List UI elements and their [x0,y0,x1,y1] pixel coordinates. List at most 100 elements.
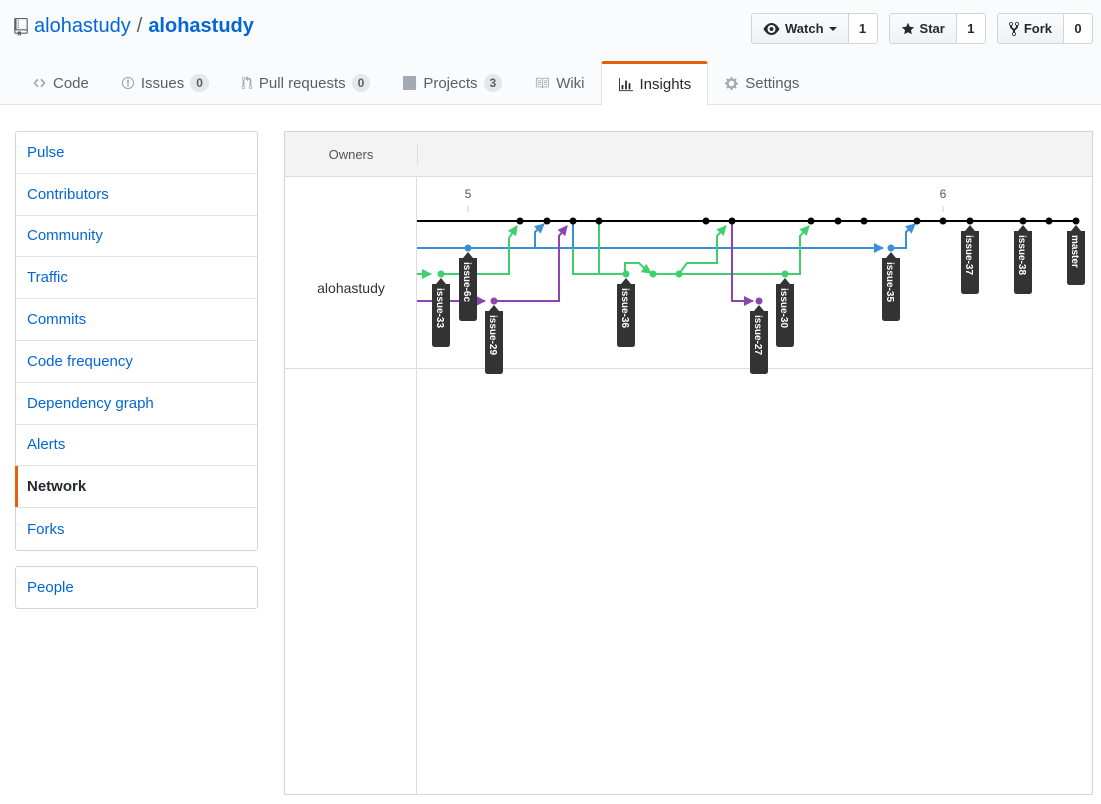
issues-counter: 0 [190,74,209,92]
commit-dot[interactable] [569,217,577,225]
purple-merge-1 [494,225,568,302]
fork-label: Fork [1023,21,1052,36]
branch-label-issue-33[interactable]: issue-33 [432,278,450,347]
star-group: Star 1 [888,13,986,44]
commit-dot[interactable] [622,270,630,278]
tab-pull-requests[interactable]: Pull requests 0 [225,61,386,105]
tab-wiki[interactable]: Wiki [518,61,600,105]
issue-icon [121,76,135,90]
branch-label-issue-6c[interactable]: issue-6c [459,252,477,321]
branch-label-issue-36[interactable]: issue-36 [617,278,635,347]
tab-projects[interactable]: Projects 3 [386,61,518,105]
branch-label-issue-38[interactable]: issue-38 [1014,225,1032,294]
commit-dot[interactable] [702,217,710,225]
commit-dot[interactable] [807,217,815,225]
commit-dot[interactable] [490,297,498,305]
green-branch-line-4 [679,225,810,275]
svg-text:issue-27: issue-27 [752,315,763,355]
commit-dot[interactable] [913,217,921,225]
branch-label-issue-35[interactable]: issue-35 [882,252,900,321]
blue-merge-1 [468,223,545,249]
tab-code[interactable]: Code [16,61,105,105]
tab-issues[interactable]: Issues 0 [105,61,225,105]
code-icon [32,76,47,90]
tab-settings-label: Settings [745,74,800,92]
watch-count[interactable]: 1 [848,14,877,43]
tab-projects-label: Projects [423,74,478,92]
commit-dot[interactable] [1019,217,1027,225]
branch-label-issue-27[interactable]: issue-27 [750,305,768,374]
commit-dot[interactable] [516,217,524,225]
eye-icon [763,22,780,35]
repo-header: alohastudy / alohastudy Watch 1 Star 1 F… [0,0,1101,106]
tab-pull-requests-label: Pull requests [258,74,346,92]
commit-dot[interactable] [543,217,551,225]
commit-dot[interactable] [649,270,657,278]
green-branch-line-2 [572,248,599,275]
menu-item-traffic[interactable]: Traffic [16,257,257,300]
fork-group: Fork 0 [996,13,1093,44]
commit-dot[interactable] [939,217,947,225]
star-count[interactable]: 1 [956,14,985,43]
menu-item-code-frequency[interactable]: Code frequency [16,341,257,383]
commit-graph[interactable]: 5 6 issue-33 issue-6c issue-29 issue-36 … [285,132,1092,794]
green-merge-1 [441,225,518,275]
menu-item-commits[interactable]: Commits [16,299,257,341]
watch-label: Watch [785,21,824,36]
repo-name-link[interactable]: alohastudy [148,15,254,38]
branch-label-issue-37[interactable]: issue-37 [961,225,979,294]
commit-dot[interactable] [860,217,868,225]
commit-dot[interactable] [675,270,683,278]
commit-dot[interactable] [595,217,603,225]
fork-count[interactable]: 0 [1064,14,1092,43]
menu-item-network[interactable]: Network [15,466,257,509]
commit-dot[interactable] [966,217,974,225]
watch-button[interactable]: Watch [752,14,849,43]
network-graph[interactable]: Owners alohastudy 5 6 issue-33 issue-6c … [284,131,1093,795]
fork-icon [1008,21,1019,36]
commit-dot[interactable] [834,217,842,225]
star-button[interactable]: Star [889,14,957,43]
commit-dot[interactable] [1072,217,1080,225]
projects-counter: 3 [483,74,503,92]
menu-item-people[interactable]: People [16,567,257,608]
star-label: Star [919,21,945,36]
date-label-6: 6 [940,187,947,201]
menu-item-alerts[interactable]: Alerts [16,425,257,467]
date-label-5: 5 [465,187,472,201]
svg-text:issue-38: issue-38 [1016,235,1027,275]
svg-text:issue-33: issue-33 [434,288,445,328]
fork-button[interactable]: Fork [997,14,1064,43]
commit-dot[interactable] [755,297,763,305]
commit-dot[interactable] [1045,217,1053,225]
svg-text:issue-6c: issue-6c [461,262,472,302]
menu-item-contributors[interactable]: Contributors [16,174,257,216]
insights-menu: Pulse Contributors Community Traffic Com… [15,131,258,551]
svg-text:issue-36: issue-36 [619,288,630,328]
tab-settings[interactable]: Settings [708,61,815,105]
tab-wiki-label: Wiki [556,74,585,92]
menu-item-community[interactable]: Community [16,216,257,258]
commit-dot[interactable] [437,270,445,278]
tab-insights[interactable]: Insights [600,61,709,106]
menu-item-pulse[interactable]: Pulse [16,132,257,174]
repo-actions: Watch 1 Star 1 Fork 0 [751,13,1093,44]
commit-dot[interactable] [464,244,472,252]
book-icon [534,76,550,90]
commit-dot[interactable] [781,270,789,278]
repo-title: alohastudy / alohastudy [14,15,254,38]
pull-requests-counter: 0 [351,74,371,92]
commit-dot[interactable] [887,244,895,252]
people-menu: People [15,566,258,609]
menu-item-forks[interactable]: Forks [16,508,257,550]
branch-label-issue-29[interactable]: issue-29 [485,305,503,374]
svg-text:issue-30: issue-30 [778,288,789,328]
repo-owner-link[interactable]: alohastudy [34,15,131,38]
commit-dot[interactable] [728,217,736,225]
blue-merge-2 [892,223,916,249]
menu-item-dependency-graph[interactable]: Dependency graph [16,383,257,425]
branch-label-issue-30[interactable]: issue-30 [776,278,794,347]
star-icon [901,22,914,34]
branch-label-master[interactable]: master [1067,225,1085,285]
green-branch-line-3 [653,225,727,275]
